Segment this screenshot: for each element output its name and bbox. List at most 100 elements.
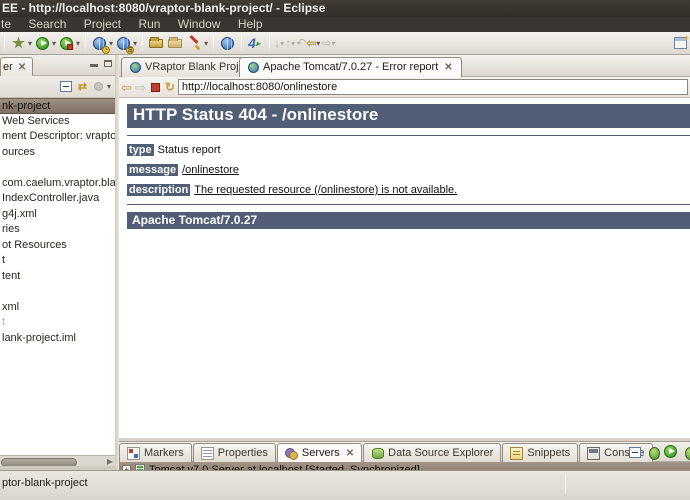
tree-item[interactable]: t xyxy=(0,315,115,331)
web-service-client-icon[interactable]: S xyxy=(115,35,135,54)
window-titlebar[interactable]: EE - http://localhost:8080/vraptor-blank… xyxy=(0,0,690,17)
scrollbar-right-arrow-icon[interactable]: ▶ xyxy=(107,457,113,466)
next-annotation-dropdown-icon[interactable]: ▾ xyxy=(291,39,295,48)
refresh-icon[interactable]: ↻ xyxy=(165,80,175,94)
focus-icon[interactable] xyxy=(93,82,103,91)
web-service-client-dropdown-icon[interactable]: ▾ xyxy=(133,39,137,48)
web-service-dropdown-icon[interactable]: ▾ xyxy=(109,39,113,48)
view-window-buttons xyxy=(90,59,112,69)
statusbar-selection-text: ptor-blank-project xyxy=(2,477,88,489)
javaee-icon[interactable]: 4 xyxy=(247,35,264,52)
close-icon[interactable]: ✕ xyxy=(444,58,452,77)
toolbar-separator xyxy=(85,35,87,51)
tree-item[interactable]: Web Services xyxy=(0,114,115,130)
open-folder-alt-icon[interactable] xyxy=(167,35,184,52)
tab-properties[interactable]: Properties xyxy=(192,443,276,462)
tree-item[interactable]: lank-project.iml xyxy=(0,331,115,347)
back-history-icon[interactable]: ↶ xyxy=(296,36,306,50)
debug-server-icon[interactable] xyxy=(647,446,660,460)
toolbar-separator xyxy=(269,35,271,51)
bottom-tab-label: Properties xyxy=(217,446,268,459)
divider xyxy=(127,204,690,205)
servers-icon xyxy=(284,447,298,460)
minimize-icon[interactable] xyxy=(90,64,98,67)
forward-dropdown-icon[interactable]: ▾ xyxy=(331,39,335,48)
field-value: /onlinestore xyxy=(182,164,239,176)
run-icon[interactable] xyxy=(34,35,51,52)
paintbrush-icon[interactable] xyxy=(186,35,203,52)
tree-item[interactable]: IndexController.java xyxy=(0,191,115,207)
view-menu-icon[interactable]: ▾ xyxy=(107,82,111,91)
main-toolbar: ▾ ▾ ▾ ◔ ▾ S ▾ ▾ 4 ↓ ▾ ↑ ▾ ↶ ⇦ ▾ ⇨ ▾ xyxy=(0,32,690,55)
tab-data-source-explorer[interactable]: Data Source Explorer xyxy=(363,443,502,462)
browser-content: HTTP Status 404 - /onlinestore type Statu… xyxy=(119,98,690,438)
tree-item[interactable]: xml xyxy=(0,300,115,316)
editor-tabbar: VRaptor Blank Project Apache Tomcat/7.0.… xyxy=(119,55,690,77)
console-icon xyxy=(587,446,601,460)
statusbar: ptor-blank-project xyxy=(0,470,690,500)
error-page-title: HTTP Status 404 - /onlinestore xyxy=(127,104,690,128)
tab-markers[interactable]: Markers xyxy=(119,443,192,462)
menu-help[interactable]: Help xyxy=(238,17,263,32)
profile-server-icon[interactable] xyxy=(683,446,690,460)
start-server-icon[interactable] xyxy=(664,444,679,460)
tab-apache-tomcat-error-report[interactable]: Apache Tomcat/7.0.27 - Error report ✕ xyxy=(239,57,462,77)
editor-tab-label: Apache Tomcat/7.0.27 - Error report xyxy=(263,61,439,73)
tab-servers[interactable]: Servers ✕ xyxy=(276,443,363,462)
tree-item xyxy=(0,284,115,300)
bottom-tabbar: Markers Properties Servers ✕ Data Source… xyxy=(119,442,690,462)
tree-item[interactable]: g4j.xml xyxy=(0,207,115,223)
open-perspective-icon[interactable] xyxy=(672,33,689,52)
open-folder-icon[interactable] xyxy=(148,35,165,52)
maximize-icon[interactable] xyxy=(104,60,112,67)
external-tools-dropdown-icon[interactable]: ▾ xyxy=(76,39,80,48)
forward-arrow-icon[interactable]: ⇨ xyxy=(321,36,331,50)
tree-item[interactable]: ot Resources xyxy=(0,238,115,254)
web-service-icon[interactable]: ◔ xyxy=(91,35,111,54)
menu-run[interactable]: Run xyxy=(138,17,160,32)
link-with-editor-icon[interactable]: ⇄ xyxy=(78,80,87,93)
bottom-tab-label: Snippets xyxy=(527,446,571,459)
stop-icon[interactable] xyxy=(150,82,160,92)
tree-item[interactable]: t xyxy=(0,253,115,269)
markers-icon xyxy=(127,446,140,460)
debug-dropdown-icon[interactable]: ▾ xyxy=(28,39,32,48)
close-icon[interactable]: ✕ xyxy=(18,62,26,73)
explorer-toolbar: ⇄ ▾ xyxy=(0,76,115,98)
menu-project[interactable]: Project xyxy=(84,17,121,32)
url-input[interactable] xyxy=(177,79,688,95)
back-icon[interactable]: ⇦ xyxy=(121,81,132,94)
snippets-icon xyxy=(510,446,524,460)
tab-snippets[interactable]: Snippets xyxy=(502,443,579,462)
tree-item[interactable]: ment Descriptor: vraptor-bla xyxy=(0,129,115,145)
collapse-all-icon[interactable] xyxy=(629,446,641,458)
menu-search[interactable]: Search xyxy=(28,17,66,32)
run-external-tools-icon[interactable] xyxy=(58,35,75,52)
properties-icon xyxy=(200,446,214,460)
tree-item[interactable]: ources xyxy=(0,145,115,161)
tree-item[interactable]: tent xyxy=(0,269,115,285)
error-field-type: type Status report xyxy=(127,144,690,156)
toolbar-separator xyxy=(213,35,215,51)
tree-item[interactable]: ries xyxy=(0,222,115,238)
forward-icon[interactable]: ⇨ xyxy=(135,81,146,94)
tab-project-explorer[interactable]: er ✕ xyxy=(0,57,34,76)
menu-navigate-fragment[interactable]: te xyxy=(1,17,11,32)
browser-tab-icon xyxy=(130,62,141,73)
project-tree: nk-project Web Services ment Descriptor:… xyxy=(0,98,115,455)
debug-icon[interactable] xyxy=(10,35,27,52)
browser-urlbar: ⇦ ⇨ ↻ xyxy=(119,77,690,98)
tree-item[interactable]: com.caelum.vraptor.blank xyxy=(0,176,115,192)
collapse-all-icon[interactable] xyxy=(59,81,72,92)
menu-window[interactable]: Window xyxy=(178,17,221,32)
menubar: te Search Project Run Window Help xyxy=(0,17,690,32)
close-icon[interactable]: ✕ xyxy=(346,445,354,462)
last-annotation-dropdown-icon[interactable]: ▾ xyxy=(280,39,284,48)
paintbrush-dropdown-icon[interactable]: ▾ xyxy=(204,39,208,48)
web-browser-icon[interactable] xyxy=(219,35,236,52)
run-dropdown-icon[interactable]: ▾ xyxy=(52,39,56,48)
tree-item[interactable]: nk-project xyxy=(0,98,115,114)
back-dropdown-icon[interactable]: ▾ xyxy=(316,39,320,48)
back-arrow-icon[interactable]: ⇦ xyxy=(306,36,316,50)
toolbar-separator xyxy=(142,35,144,51)
